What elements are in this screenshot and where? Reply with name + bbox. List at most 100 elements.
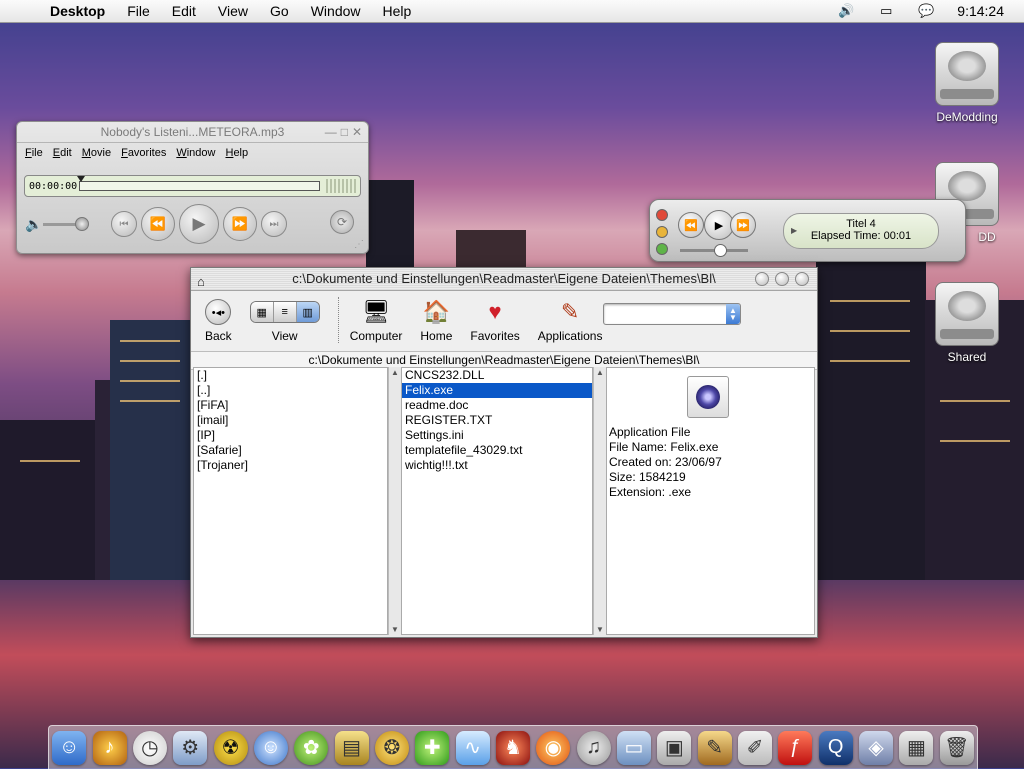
display-icon[interactable]: ▭ (877, 3, 895, 18)
time-display: 00:00:00 (24, 175, 361, 197)
monitor-icon[interactable]: ▣ (657, 730, 692, 765)
window-titlebar[interactable]: ⌂ c:\Dokumente und Einstellungen\Readmas… (191, 268, 817, 291)
computer-icon: 🖥 (362, 299, 390, 324)
volume-slider[interactable] (680, 244, 748, 257)
menu-app-desktop[interactable]: Desktop (50, 3, 105, 19)
list-item[interactable]: templatefile_43029.txt (402, 443, 592, 458)
cd-icon[interactable]: ◉ (536, 730, 571, 765)
list-item[interactable]: [Safarie] (194, 443, 387, 458)
graphics-icon[interactable]: ✐ (738, 730, 773, 765)
cube-icon[interactable]: ◈ (859, 730, 894, 765)
mozilla-icon[interactable]: ♞ (495, 730, 530, 765)
system-prefs-icon[interactable]: ⚙ (173, 730, 208, 765)
list-item[interactable]: wichtig!!!.txt (402, 458, 592, 473)
menu-clock[interactable]: 9:14:24 (957, 3, 1004, 19)
minimize-button[interactable] (656, 226, 668, 238)
icon-view-icon[interactable]: ▦ (250, 302, 274, 322)
computer-button[interactable]: 🖥 Computer (350, 295, 403, 343)
home-button[interactable]: 🏠 Home (420, 295, 452, 343)
menu-file[interactable]: File (127, 3, 150, 19)
qt-menu-file[interactable]: File (25, 147, 43, 159)
pens-icon[interactable]: ✎ (697, 730, 732, 765)
back-button[interactable]: •◂• Back (205, 295, 232, 343)
rewind-button[interactable]: ⏪ (141, 207, 175, 241)
qt-menu-edit[interactable]: Edit (53, 147, 72, 159)
folders-pane: [.] [..] [FiFA] [imail] [IP] [Safarie] [… (193, 367, 388, 635)
list-item[interactable]: [..] (194, 383, 387, 398)
list-item[interactable]: [FiFA] (194, 398, 387, 413)
previous-track-button[interactable]: ⏪ (678, 212, 704, 238)
volume-icon[interactable]: 🔊 (837, 3, 855, 18)
qt-menu-window[interactable]: Window (176, 147, 215, 159)
ichat-status-icon[interactable]: 💬 (917, 3, 935, 18)
disk-shared[interactable]: Shared (922, 282, 1012, 364)
menu-window[interactable]: Window (311, 3, 361, 19)
close-button[interactable] (656, 209, 668, 221)
volume-slider[interactable] (43, 216, 89, 231)
disk-demodding[interactable]: DeModding (922, 42, 1012, 124)
calculator-icon[interactable]: ▦ (899, 730, 934, 765)
playback-scrubber[interactable] (77, 176, 320, 191)
finder-icon[interactable]: ☺ (52, 730, 87, 765)
itunes-icon[interactable]: ♪ (92, 730, 127, 765)
volume-knob[interactable] (75, 216, 89, 231)
list-item[interactable]: [imail] (194, 413, 387, 428)
menu-bar: Desktop File Edit View Go Window Help 🔊 … (0, 0, 1024, 23)
play-button[interactable]: ▶ (179, 204, 219, 244)
menu-view[interactable]: View (218, 3, 248, 19)
list-item[interactable]: Settings.ini (402, 428, 592, 443)
trash-icon[interactable]: 🗑 (939, 730, 974, 765)
wave-icon[interactable]: ∿ (455, 730, 490, 765)
resize-grip-icon[interactable]: ⋰ (354, 239, 364, 250)
menu-help[interactable]: Help (383, 3, 412, 19)
clock-icon[interactable]: ◷ (132, 730, 167, 765)
flash-icon[interactable]: ƒ (778, 730, 813, 765)
ichat-icon[interactable]: ☺ (253, 730, 288, 765)
fonts-icon[interactable]: ❂ (374, 730, 409, 765)
music-icon[interactable]: ♫ (576, 730, 611, 765)
list-item-selected[interactable]: Felix.exe (402, 383, 592, 398)
list-view-icon[interactable]: ≡ (273, 302, 297, 322)
qt-menu-favorites[interactable]: Favorites (121, 147, 166, 159)
radiation-icon[interactable]: ☢ (213, 730, 248, 765)
list-item[interactable]: readme.doc (402, 398, 592, 413)
quicktime-icon[interactable]: Q (818, 730, 853, 765)
list-item[interactable]: [IP] (194, 428, 387, 443)
settings-icon[interactable]: ⟳ (330, 210, 354, 234)
applications-button[interactable]: ✎ Applications (538, 295, 603, 343)
toolbox-icon[interactable]: ▤ (334, 730, 369, 765)
list-item[interactable]: CNCS232.DLL (402, 368, 592, 383)
list-item[interactable]: [Trojaner] (194, 458, 387, 473)
favorites-button[interactable]: ♥ Favorites (470, 295, 519, 343)
favorites-label: Favorites (470, 329, 520, 343)
folders-scrollbar[interactable] (388, 367, 401, 635)
zoom-button[interactable] (656, 243, 668, 255)
close-button[interactable] (795, 272, 809, 286)
window-title: c:\Dokumente und Einstellungen\Readmaste… (292, 271, 716, 286)
list-item[interactable]: REGISTER.TXT (402, 413, 592, 428)
files-pane: CNCS232.DLL Felix.exe readme.doc REGISTE… (401, 367, 593, 635)
view-label: View (271, 329, 298, 343)
files-scrollbar[interactable] (593, 367, 606, 635)
location-dropdown[interactable]: ▲ ▼ (603, 303, 741, 325)
toolbar-separator (337, 297, 340, 343)
go-to-start-button[interactable]: ⏮ (111, 211, 137, 237)
frog-icon[interactable]: ✚ (415, 730, 450, 765)
column-view-icon[interactable]: ▥ (296, 302, 319, 322)
fast-forward-button[interactable]: ⏩ (223, 207, 257, 241)
list-item[interactable]: [.] (194, 368, 387, 383)
folder-icon[interactable]: ▭ (616, 730, 651, 765)
next-track-button[interactable]: ⏩ (730, 212, 756, 238)
minimize-button[interactable] (755, 272, 769, 286)
qt-menu-help[interactable]: Help (225, 147, 248, 159)
qt-menu-movie[interactable]: Movie (82, 147, 111, 159)
maximize-icon[interactable]: □ (341, 125, 348, 139)
menu-go[interactable]: Go (270, 3, 289, 19)
zoom-button[interactable] (775, 272, 789, 286)
minimize-icon[interactable]: — (325, 125, 337, 139)
go-to-end-button[interactable]: ⏭ (261, 211, 287, 237)
volume-knob[interactable] (714, 244, 727, 257)
menu-edit[interactable]: Edit (172, 3, 196, 19)
close-icon[interactable]: ✕ (352, 125, 362, 139)
icq-icon[interactable]: ✿ (294, 730, 329, 765)
